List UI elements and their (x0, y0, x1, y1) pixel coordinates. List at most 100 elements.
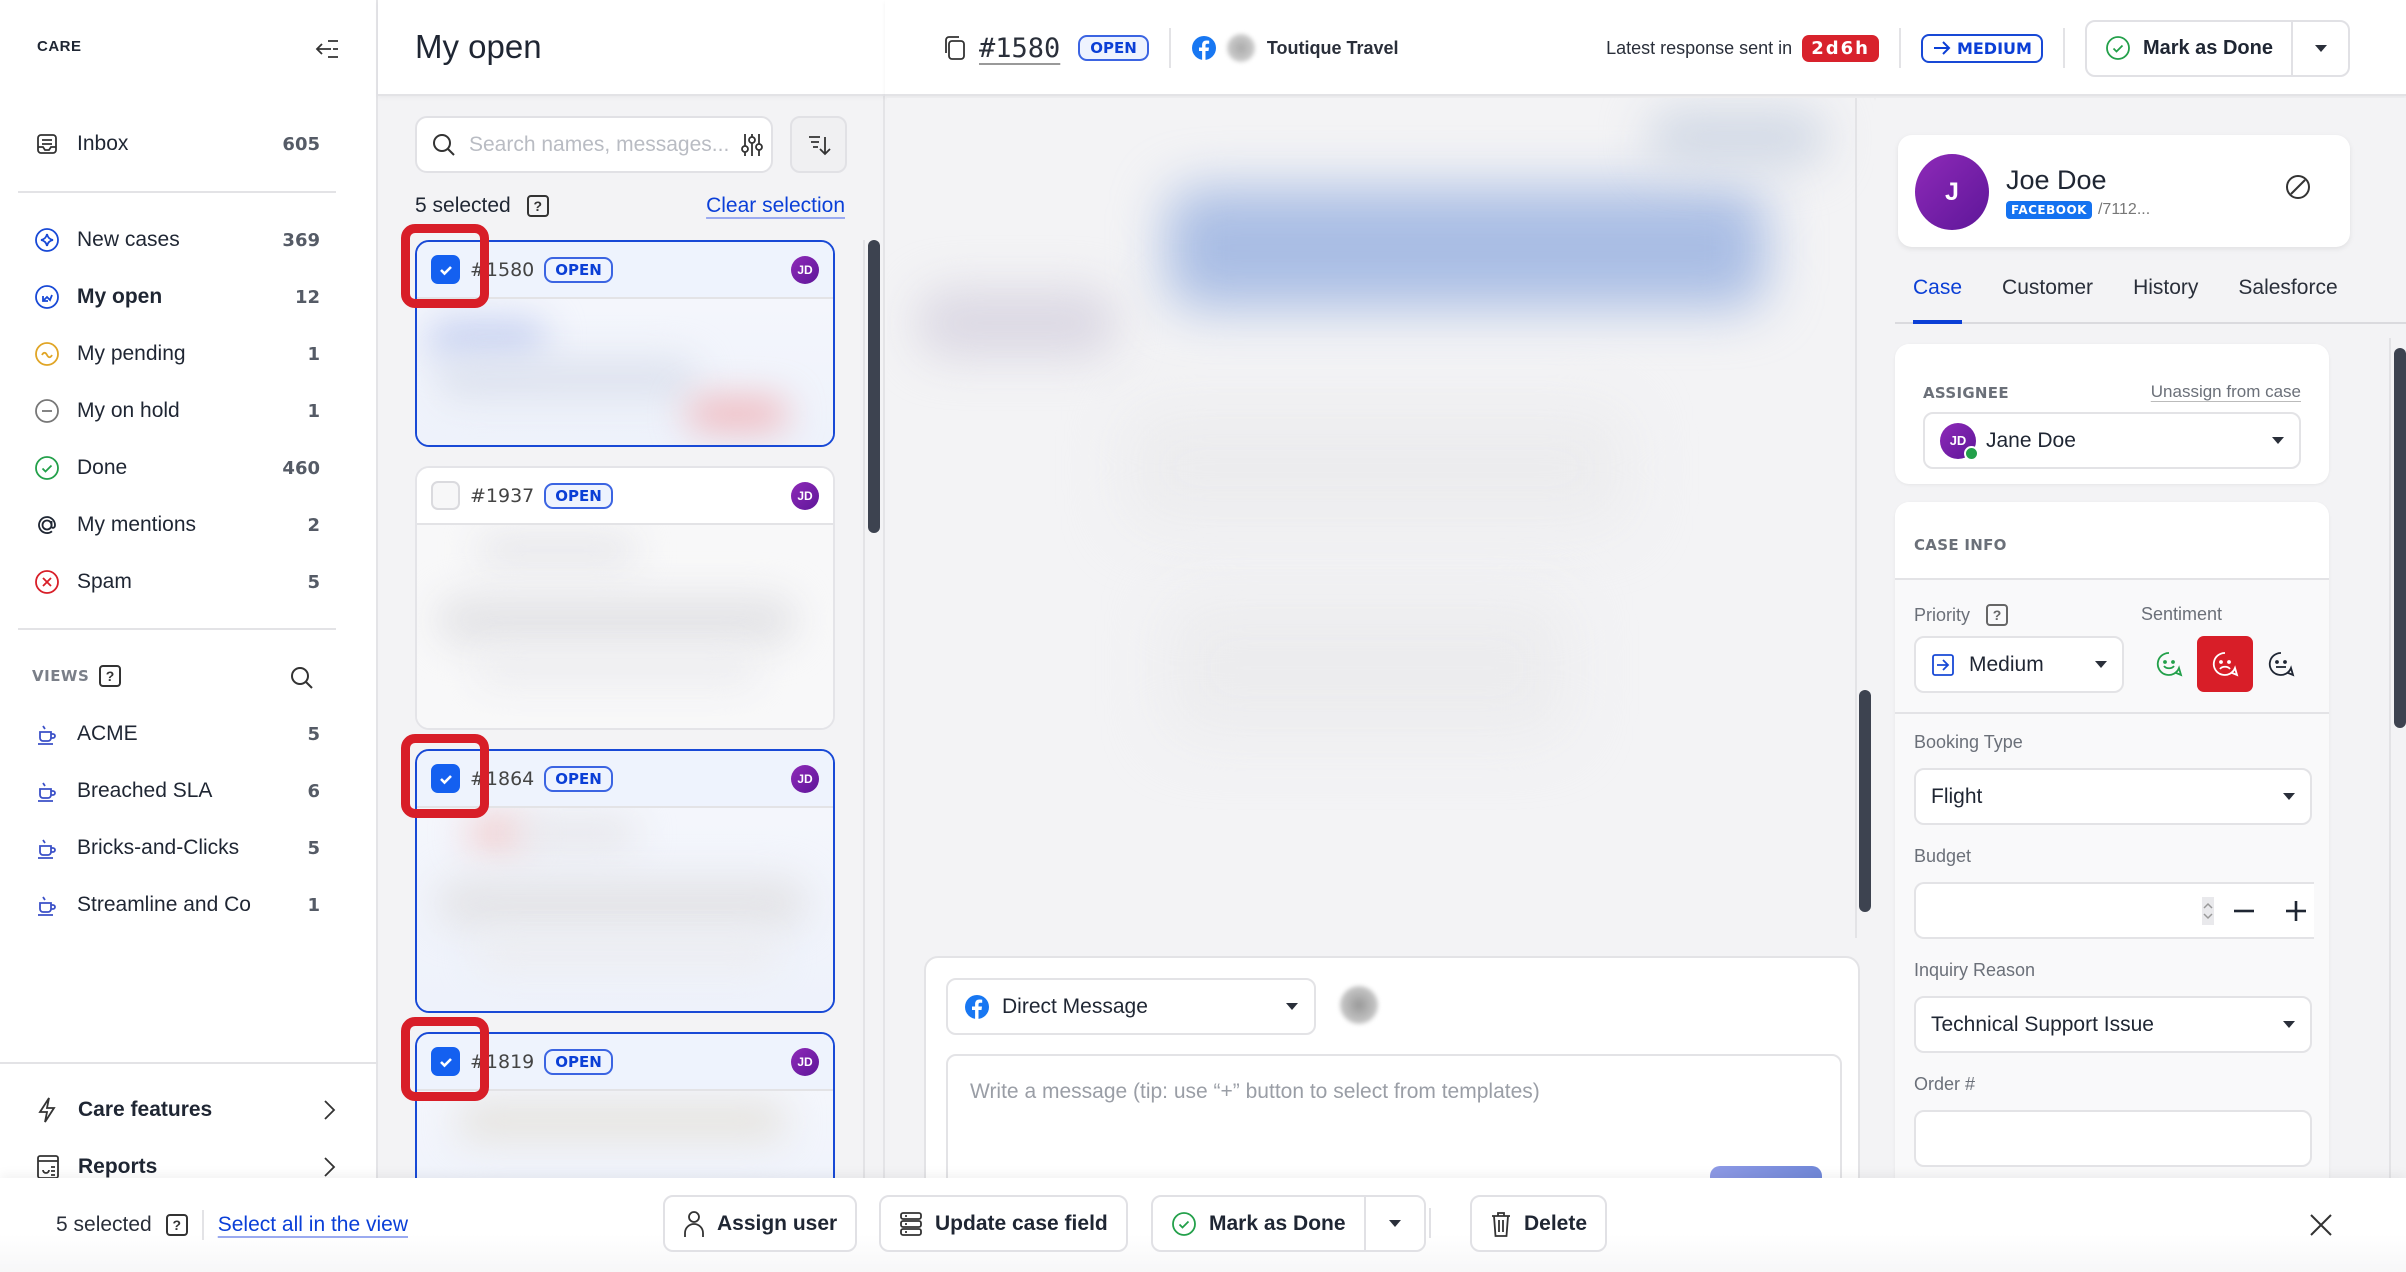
caret-down-icon (1388, 1220, 1401, 1227)
report-icon (36, 1154, 64, 1180)
sidebar-item-spam[interactable]: Spam 5 (18, 558, 336, 606)
case-checkbox[interactable] (431, 481, 460, 510)
help-icon[interactable]: ? (165, 1214, 188, 1236)
sidebar-item-count: 2 (307, 514, 320, 536)
block-icon[interactable] (2284, 173, 2312, 201)
help-icon[interactable]: ? (526, 195, 549, 217)
assignee-avatar: JD (791, 764, 819, 793)
pending-circle-icon (34, 341, 60, 367)
sentiment-neutral-icon[interactable] (2253, 636, 2309, 692)
priority-arrow-icon (1931, 653, 1955, 677)
sidebar-item-my-mentions[interactable]: My mentions 2 (18, 501, 336, 549)
assign-user-button[interactable]: Assign user (663, 1195, 858, 1252)
case-info-card: CASE INFO Priority? Sentiment Medium Boo… (1895, 502, 2329, 1202)
customer-avatar (1226, 34, 1255, 62)
online-indicator (1964, 445, 1979, 461)
sidebar-item-count: 1 (307, 400, 320, 422)
sidebar-item-inbox[interactable]: Inbox 605 (18, 120, 336, 168)
select-all-link[interactable]: Select all in the view (218, 1213, 408, 1237)
order-number-input[interactable] (1931, 1126, 2295, 1151)
minus-circle-icon (34, 398, 60, 424)
sidebar-item-my-pending[interactable]: My pending 1 (18, 330, 336, 378)
assignee-label: ASSIGNEE (1923, 384, 2009, 402)
copy-icon[interactable] (943, 35, 967, 61)
case-id-link[interactable]: #1580 (979, 33, 1060, 64)
budget-input[interactable] (1931, 898, 2202, 923)
sentiment-negative-icon[interactable] (2197, 636, 2253, 692)
platform-tag: FACEBOOK (2006, 201, 2092, 219)
clear-selection-link[interactable]: Clear selection (706, 194, 845, 218)
priority-label: MEDIUM (1956, 38, 2032, 58)
sidebar: CARE Inbox 605 New cases 369 My open 12 … (0, 0, 378, 1272)
assignee-select[interactable]: JD Jane Doe (1923, 412, 2301, 469)
divider (1168, 28, 1171, 68)
collapse-sidebar-icon[interactable] (314, 36, 340, 62)
sidebar-view-acme[interactable]: ACME 5 (18, 710, 336, 758)
filter-sliders-icon[interactable] (740, 132, 764, 158)
tab-customer[interactable]: Customer (1984, 276, 2111, 322)
details-scrollbar[interactable] (2394, 348, 2406, 728)
bulk-mark-done-button[interactable]: Mark as Done (1153, 1197, 1366, 1250)
help-icon[interactable]: ? (99, 665, 122, 687)
inquiry-reason-label: Inquiry Reason (1914, 960, 2036, 980)
sidebar-view-streamline-and-co[interactable]: Streamline and Co 1 (18, 881, 336, 929)
sentiment-label: Sentiment (2141, 604, 2223, 624)
sidebar-item-count: 5 (307, 723, 320, 745)
mark-done-dropdown[interactable] (2293, 22, 2348, 75)
sidebar-item-my-open[interactable]: My open 12 (18, 273, 336, 321)
update-case-field-button[interactable]: Update case field (879, 1195, 1128, 1252)
booking-type-select[interactable]: Flight (1914, 768, 2312, 825)
sidebar-item-count: 5 (307, 837, 320, 859)
order-number-label: Order # (1914, 1074, 1976, 1094)
case-card-preview (417, 299, 833, 445)
sidebar-item-count: 460 (282, 457, 320, 479)
tab-case[interactable]: Case (1895, 276, 1980, 324)
customer-name[interactable]: Joe Doe (2006, 165, 2107, 196)
tab-history[interactable]: History (2115, 276, 2216, 322)
customer-brand: Toutique Travel (1266, 37, 1399, 58)
inquiry-reason-select[interactable]: Technical Support Issue (1914, 996, 2312, 1053)
sender-avatar[interactable] (1340, 986, 1378, 1024)
sidebar-item-label: Streamline and Co (77, 893, 251, 916)
divider (2062, 28, 2065, 68)
sidebar-view-bricks-and-clicks[interactable]: Bricks-and-Clicks 5 (18, 824, 336, 872)
sidebar-item-new-cases[interactable]: New cases 369 (18, 216, 336, 264)
sidebar-view-breached-sla[interactable]: Breached SLA 6 (18, 767, 336, 815)
tab-salesforce[interactable]: Salesforce (2220, 276, 2355, 322)
search-icon (431, 132, 457, 158)
case-details-panel: J Joe Doe FACEBOOK /7112... Case Custome… (1876, 98, 2406, 1202)
unassign-link[interactable]: Unassign from case (2151, 382, 2301, 402)
case-card[interactable]: #1937 OPEN JD (415, 466, 835, 730)
sidebar-item-my-on-hold[interactable]: My on hold 1 (18, 387, 336, 435)
increment-button[interactable] (2286, 900, 2306, 921)
bulk-mark-done-dropdown[interactable] (1366, 1197, 1424, 1250)
decrement-button[interactable] (2234, 909, 2254, 913)
search-input[interactable] (469, 132, 740, 157)
channel-select[interactable]: Direct Message (946, 978, 1316, 1035)
case-list-panel: My open 5 selected ? Clear selection #15… (378, 0, 885, 1272)
divider (0, 1062, 378, 1064)
sidebar-item-label: Inbox (77, 132, 129, 155)
bulk-selection-info: 5 selected ? Select all in the view (56, 1178, 408, 1272)
delete-button[interactable]: Delete (1470, 1195, 1608, 1252)
priority-field-label: Priority? (1914, 604, 2009, 626)
search-views-icon[interactable] (288, 664, 316, 692)
conversation-area (887, 98, 1874, 938)
priority-select[interactable]: Medium (1914, 636, 2124, 693)
booking-type-value: Flight (1931, 784, 1983, 808)
status-badge: OPEN (1078, 35, 1149, 61)
sidebar-item-count: 12 (294, 286, 320, 308)
sentiment-positive-icon[interactable] (2141, 636, 2197, 692)
spinner-icon[interactable] (2202, 896, 2214, 925)
chevron-right-icon (322, 1155, 336, 1179)
close-icon[interactable] (2306, 1210, 2336, 1240)
list-scrollbar[interactable] (868, 240, 880, 533)
highlight-annotation (401, 224, 489, 308)
lightning-icon (36, 1096, 64, 1124)
care-features-link[interactable]: Care features (36, 1088, 336, 1132)
mark-done-button[interactable]: Mark as Done (2087, 21, 2293, 75)
sidebar-item-done[interactable]: Done 460 (18, 444, 336, 492)
sort-button[interactable] (790, 116, 847, 173)
help-icon[interactable]: ? (1986, 604, 2009, 626)
conversation-scrollbar[interactable] (1859, 690, 1871, 912)
